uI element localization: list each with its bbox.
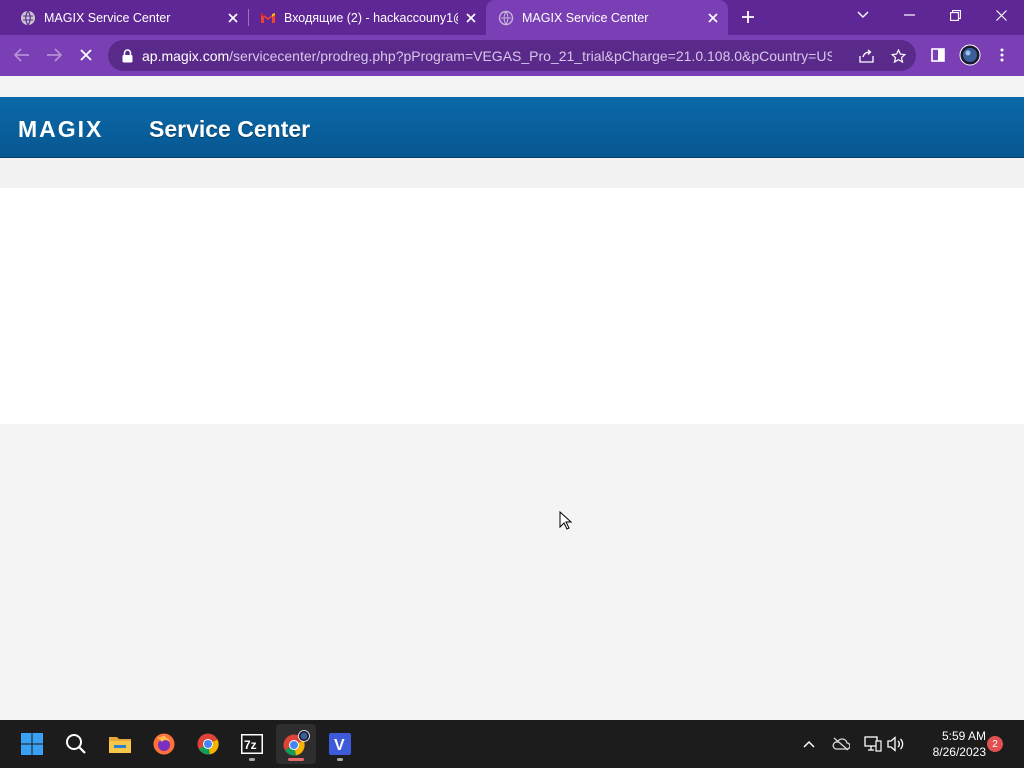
firefox-icon[interactable] (144, 724, 184, 764)
windows-start-icon[interactable] (12, 724, 52, 764)
close-tab-icon[interactable] (462, 9, 480, 27)
volume-icon[interactable] (886, 734, 906, 754)
clock-date: 8/26/2023 (932, 745, 986, 759)
close-tab-icon[interactable] (224, 9, 242, 27)
file-explorer-icon[interactable] (100, 724, 140, 764)
content-panel (0, 188, 1024, 424)
tab-strip: MAGIX Service Center Входящие (2) - hack… (0, 0, 1024, 35)
side-panel-icon[interactable] (925, 42, 951, 68)
tab-gmail[interactable]: Входящие (2) - hackaccouny1@g (248, 0, 486, 35)
tab-magix-active[interactable]: MAGIX Service Center (486, 0, 728, 35)
tab-title: Входящие (2) - hackaccouny1@g (284, 10, 458, 25)
lock-icon[interactable] (120, 48, 134, 64)
new-tab-button[interactable] (736, 6, 760, 28)
bookmark-star-icon[interactable] (885, 43, 911, 69)
taskbar: 7z V 5:59 AM 8/26/2023 (0, 720, 1024, 768)
page-title: Service Center (149, 116, 311, 142)
running-indicator (249, 758, 255, 761)
notification-badge[interactable]: 2 (987, 736, 1003, 752)
7zip-icon[interactable]: 7z (232, 724, 272, 764)
network-icon[interactable] (863, 734, 883, 754)
clock[interactable]: 5:59 AM 8/26/2023 (912, 728, 986, 760)
browser-toolbar: ap.magix.com/servicecenter/prodreg.php?p… (0, 35, 1024, 76)
back-arrow-icon[interactable] (9, 42, 35, 68)
page-background (0, 424, 1024, 720)
mouse-cursor-icon (559, 510, 573, 531)
tab-title: MAGIX Service Center (522, 10, 649, 25)
close-window-icon[interactable] (978, 0, 1024, 30)
onedrive-icon[interactable] (831, 734, 851, 754)
url-text: ap.magix.com/servicecenter/prodreg.php?p… (142, 48, 832, 64)
subheader-band (0, 159, 1024, 188)
search-icon[interactable] (56, 724, 96, 764)
restore-icon[interactable] (932, 0, 978, 30)
address-bar[interactable]: ap.magix.com/servicecenter/prodreg.php?p… (108, 40, 916, 71)
chevron-up-icon[interactable] (799, 734, 819, 754)
magix-logo[interactable]: MAGIX (18, 116, 103, 143)
tab-search-icon[interactable] (840, 0, 886, 30)
gmail-icon (260, 10, 276, 26)
page-top-band (0, 76, 1024, 97)
header-bar: MAGIX Service Center (0, 97, 1024, 158)
profile-avatar[interactable] (957, 42, 983, 68)
url-host: ap.magix.com (142, 47, 230, 64)
share-icon[interactable] (853, 43, 879, 69)
chrome-icon[interactable] (188, 724, 228, 764)
running-indicator (337, 758, 343, 761)
chrome-profile-icon[interactable] (276, 724, 316, 764)
menu-kebab-icon[interactable] (989, 42, 1015, 68)
loading-globe-icon (498, 10, 514, 26)
close-tab-icon[interactable] (704, 9, 722, 27)
minimize-icon[interactable] (886, 0, 932, 30)
active-indicator (288, 758, 304, 761)
svg-text:7z: 7z (244, 738, 257, 752)
globe-icon (20, 10, 36, 26)
forward-arrow-icon[interactable] (41, 42, 67, 68)
url-path: /servicecenter/prodreg.php?pProgram=VEGA… (229, 47, 832, 64)
clock-time: 5:59 AM (941, 729, 986, 743)
tab-magix-1[interactable]: MAGIX Service Center (0, 0, 248, 35)
vegas-icon[interactable]: V (320, 724, 360, 764)
tab-title: MAGIX Service Center (44, 10, 171, 25)
web-page: MAGIX Service Center (0, 76, 1024, 720)
svg-text:V: V (334, 737, 345, 754)
stop-loading-icon[interactable] (73, 42, 99, 68)
